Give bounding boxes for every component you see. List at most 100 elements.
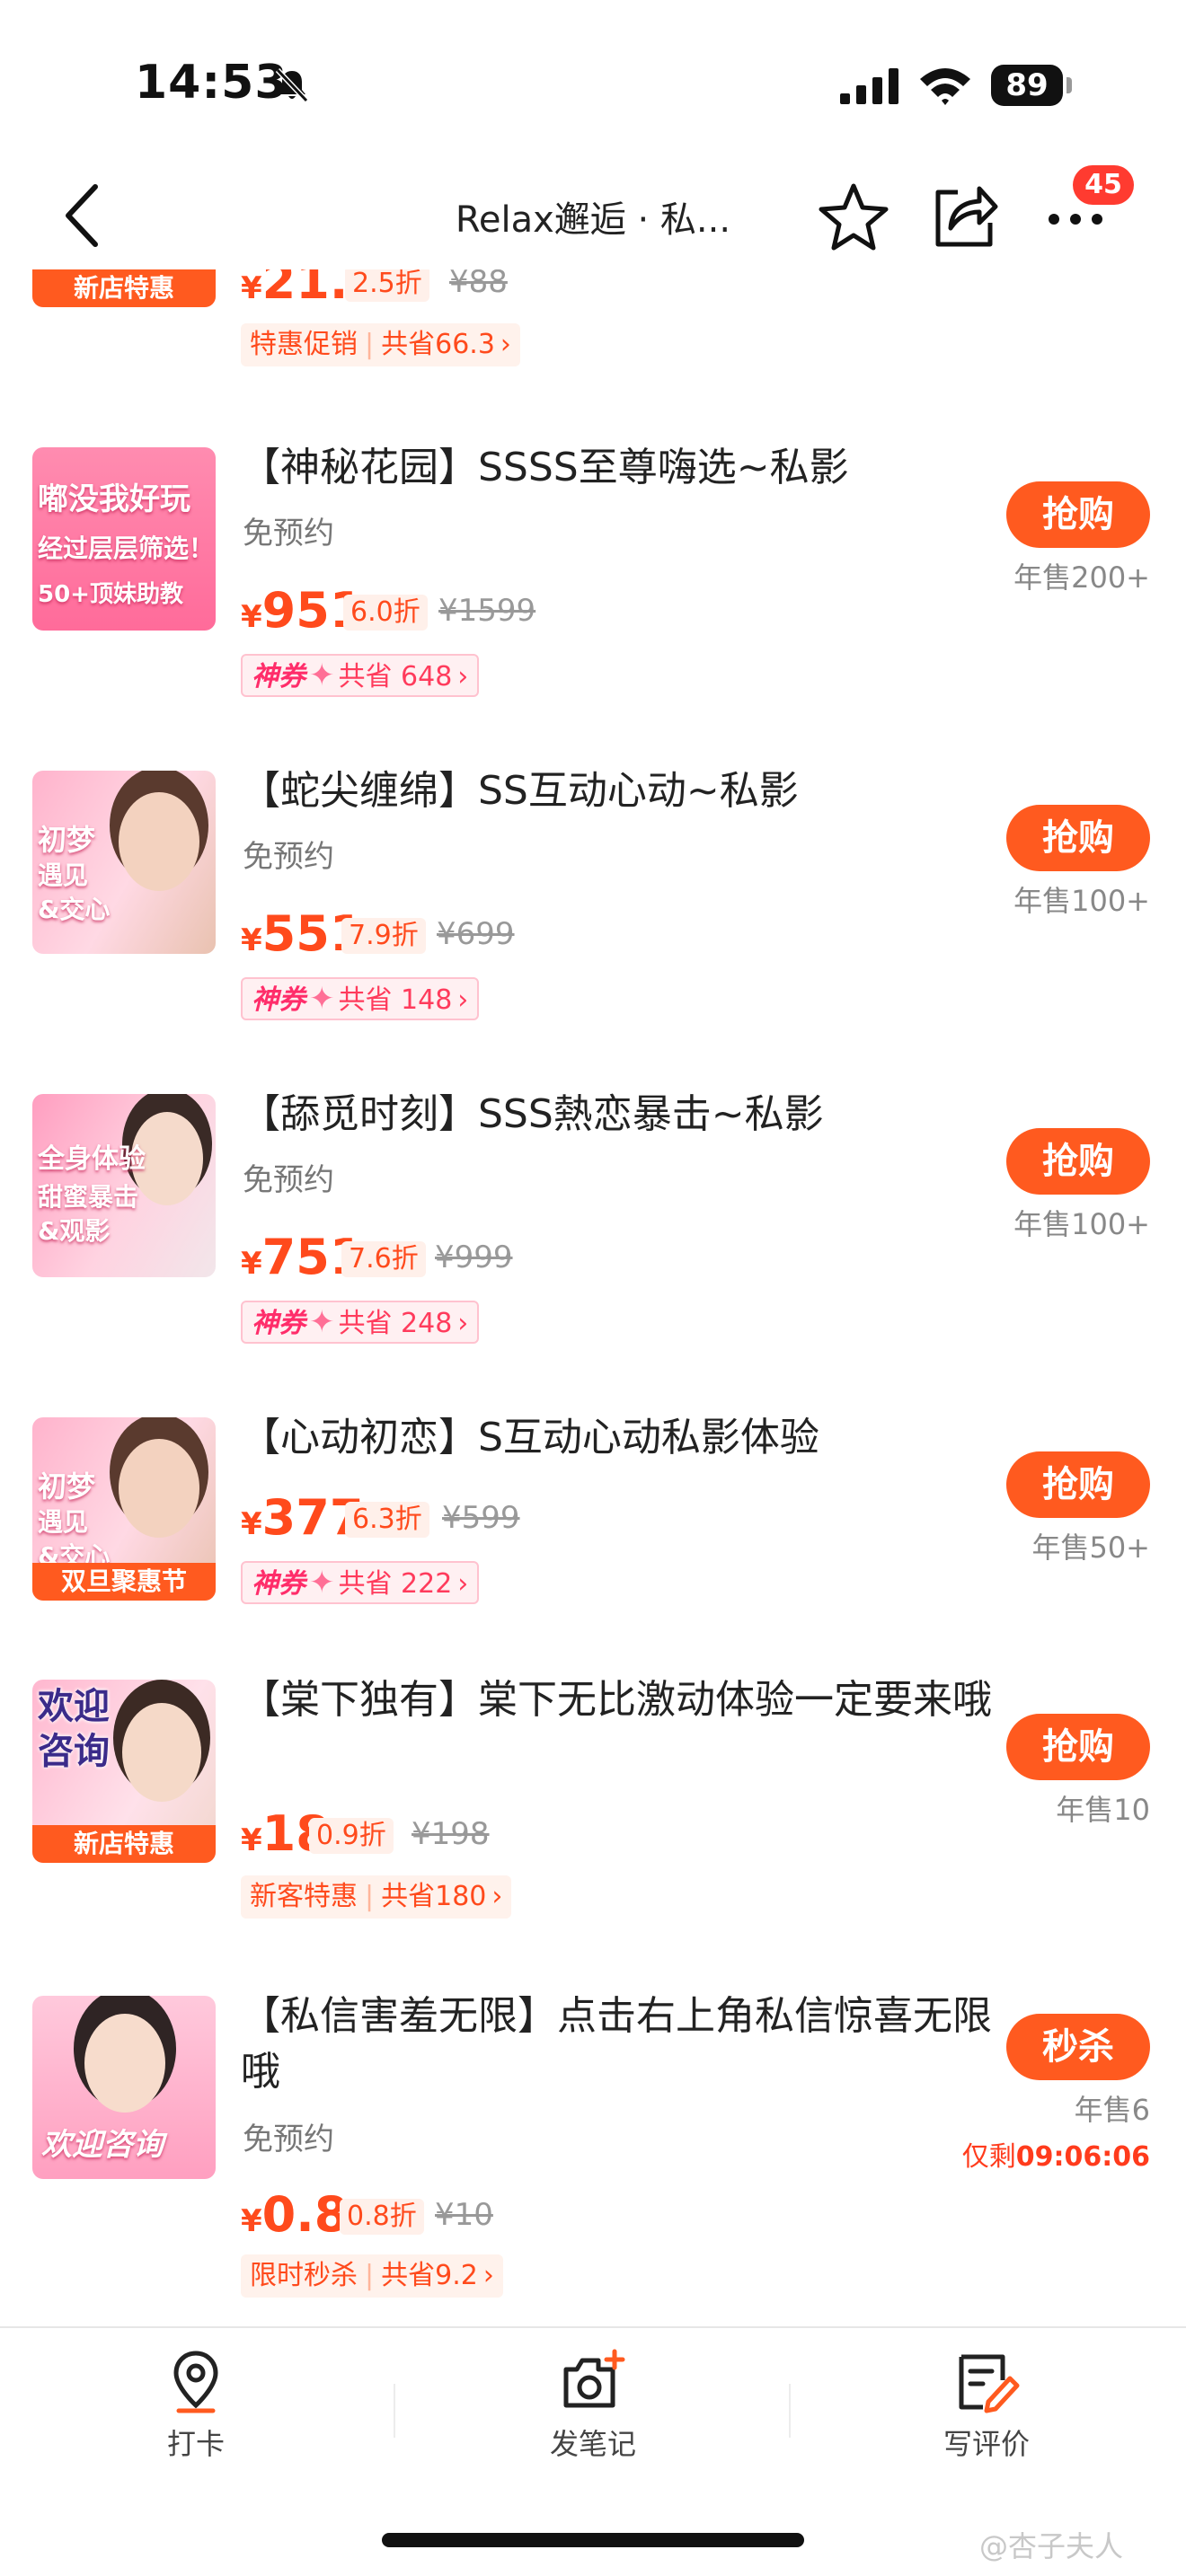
list-item[interactable]: 欢迎咨询 【私信害羞无限】点击右上角私信惊喜无限哦 免预约 ¥0.8 0.8折 … [0,1980,1186,2312]
promo-savings: 共省180 [381,1881,487,1912]
buy-button[interactable]: 抢购 [1006,805,1150,871]
list-item[interactable]: 欢迎 咨询 新店特惠 【棠下独有】棠下无比激动体验一定要来哦 ¥18 0.9折 … [0,1663,1186,1969]
list-item[interactable]: 嘟没我好玩 经过层层筛选！ 50+顶妹助教 【神秘花园】SSSS至尊嗨选~私影 … [0,431,1186,737]
back-icon[interactable] [59,181,104,250]
watermark: @杏子夫人 [979,2529,1124,2563]
share-icon[interactable] [931,181,999,250]
original-price: ¥10 [435,2197,493,2233]
promo-savings: 共省66.3 [381,329,495,360]
signal-icon [840,68,898,104]
wifi-icon [920,68,970,105]
product-thumbnail: 欢迎咨询 [32,1996,216,2179]
home-indicator[interactable] [382,2533,804,2547]
thumbnail-caption: 经过层层筛选！ [38,534,215,563]
buy-button[interactable]: 抢购 [1006,481,1150,548]
original-price: ¥88 [449,269,508,300]
buy-button[interactable]: 抢购 [1006,1714,1150,1780]
coupon-tag[interactable]: 神券 ✦ 共省 648 › [241,654,480,697]
chevron-right-icon: › [457,1568,469,1600]
post-note-button[interactable]: 发笔记 [494,2348,692,2483]
checkin-label: 打卡 [166,2427,225,2461]
coupon-savings: 共省 148 [338,984,453,1016]
thumbnail-caption: &交心 [38,895,111,924]
product-title[interactable]: 【心动初恋】S互动心动私影体验 [241,1410,996,1466]
thumbnail-caption: 咨询 [38,1731,110,1772]
coupon-savings: 共省 222 [338,1568,453,1600]
annual-sales: 年售6 [1074,2093,1150,2127]
product-title[interactable]: 【舔觅时刻】SSS熱恋暴击~私影 [241,1087,996,1142]
chevron-right-icon: › [491,1881,503,1912]
discount-badge: 7.9折 [341,918,426,954]
coupon-label: 神券 [252,984,305,1016]
notification-badge: 45 [1073,165,1134,205]
sparkle-icon: ✦ [309,1565,335,1601]
thumbnail-caption: 50+顶妹助教 [38,581,183,608]
list-item[interactable]: 初梦 遇见 &交心 双旦聚惠节 【心动初恋】S互动心动私影体验 ¥377 6.3… [0,1401,1186,1662]
portrait-image [122,1703,201,1802]
chevron-right-icon: › [482,2260,494,2291]
product-title[interactable]: 【私信害羞无限】点击右上角私信惊喜无限哦 [241,1989,996,2100]
annual-sales: 年售100+ [1013,1207,1150,1241]
thumbnail-tag: 双旦聚惠节 [32,1563,216,1601]
booking-note: 免预约 [243,2122,334,2157]
discount-badge: 0.9折 [309,1818,394,1854]
price-value: 0.8 [261,2186,349,2243]
thumbnail-caption: 欢迎 [38,1686,110,1727]
discount-badge: 6.0折 [343,595,428,631]
countdown-value: 09:06:06 [1015,2141,1150,2173]
promo-tag[interactable]: 限时秒杀 | 共省9.2 › [241,2254,503,2298]
promo-label: 特惠促销 [250,329,358,360]
promo-tag[interactable]: 特惠促销 | 共省66.3 › [241,323,520,366]
thumbnail-caption: &观影 [38,1216,111,1246]
original-price: ¥198 [412,1816,490,1852]
buy-button[interactable]: 抢购 [1006,1451,1150,1518]
bell-off-icon [275,67,309,103]
sparkle-icon: ✦ [309,657,335,693]
product-title[interactable]: 【蛇尖缠绵】SS互动心动~私影 [241,763,996,819]
annual-sales: 年售50+ [1031,1531,1150,1565]
battery-indicator: 89 [991,65,1063,106]
more-icon[interactable] [1046,201,1105,237]
buy-button[interactable]: 抢购 [1006,1128,1150,1195]
chevron-right-icon: › [500,329,511,360]
thumbnail-caption: 初梦 [38,1469,96,1504]
annual-sales: 年售100+ [1013,884,1150,918]
location-pin-icon [173,2351,218,2413]
write-review-button[interactable]: 写评价 [888,2348,1085,2483]
discount-badge: 7.6折 [341,1241,426,1277]
booking-note: 免预约 [243,516,334,551]
promo-label: 新客特惠 [250,1881,358,1912]
coupon-savings: 共省 648 [338,661,453,693]
thumbnail-caption: 初梦 [38,823,96,857]
chevron-right-icon: › [457,984,469,1016]
thumbnail-tag: 新店特惠 [32,269,216,307]
star-icon[interactable] [818,181,890,251]
discount-badge: 2.5折 [345,269,429,302]
list-item[interactable]: 初梦 遇见 &交心 【蛇尖缠绵】SS互动心动~私影 免预约 ¥551 7.9折 … [0,754,1186,1060]
promo-tag[interactable]: 新客特惠 | 共省180 › [241,1875,512,1919]
coupon-tag[interactable]: 神券 ✦ 共省 222 › [241,1561,480,1604]
annual-sales: 年售10 [1056,1793,1150,1827]
original-price: ¥999 [435,1239,513,1275]
product-list: 新店特惠 ¥21.7 2.5折 ¥88 特惠促销 | 共省66.3 › 嘟没我好玩 经… [0,269,1186,2326]
product-title[interactable]: 【棠下独有】棠下无比激动体验一定要来哦 [241,1672,996,1728]
product-title[interactable]: 【神秘花园】SSSS至尊嗨选~私影 [241,440,996,496]
list-item[interactable]: 全身体验 甜蜜暴击 &观影 【舔觅时刻】SSS熱恋暴击~私影 免预约 ¥751 … [0,1078,1186,1383]
coupon-tag[interactable]: 神券 ✦ 共省 248 › [241,1301,480,1344]
checkin-button[interactable]: 打卡 [97,2348,295,2483]
thumbnail-tag: 新店特惠 [32,1825,216,1863]
product-thumbnail: 初梦 遇见 &交心 [32,771,216,954]
coupon-tag[interactable]: 神券 ✦ 共省 148 › [241,977,480,1020]
portrait-image [119,1439,199,1538]
page-title: Relax邂逅 · 私... [455,199,731,241]
annual-sales: 年售200+ [1013,560,1150,595]
original-price: ¥599 [442,1500,520,1536]
camera-plus-icon [563,2349,625,2408]
battery-cap [1067,77,1072,93]
booking-note: 免预约 [243,839,334,875]
coupon-savings: 共省 248 [338,1308,453,1339]
flash-sale-button[interactable]: 秒杀 [1006,2014,1150,2080]
status-time: 14:53 [135,56,288,110]
product-thumbnail: 全身体验 甜蜜暴击 &观影 [32,1094,216,1277]
coupon-label: 神券 [252,1308,305,1339]
